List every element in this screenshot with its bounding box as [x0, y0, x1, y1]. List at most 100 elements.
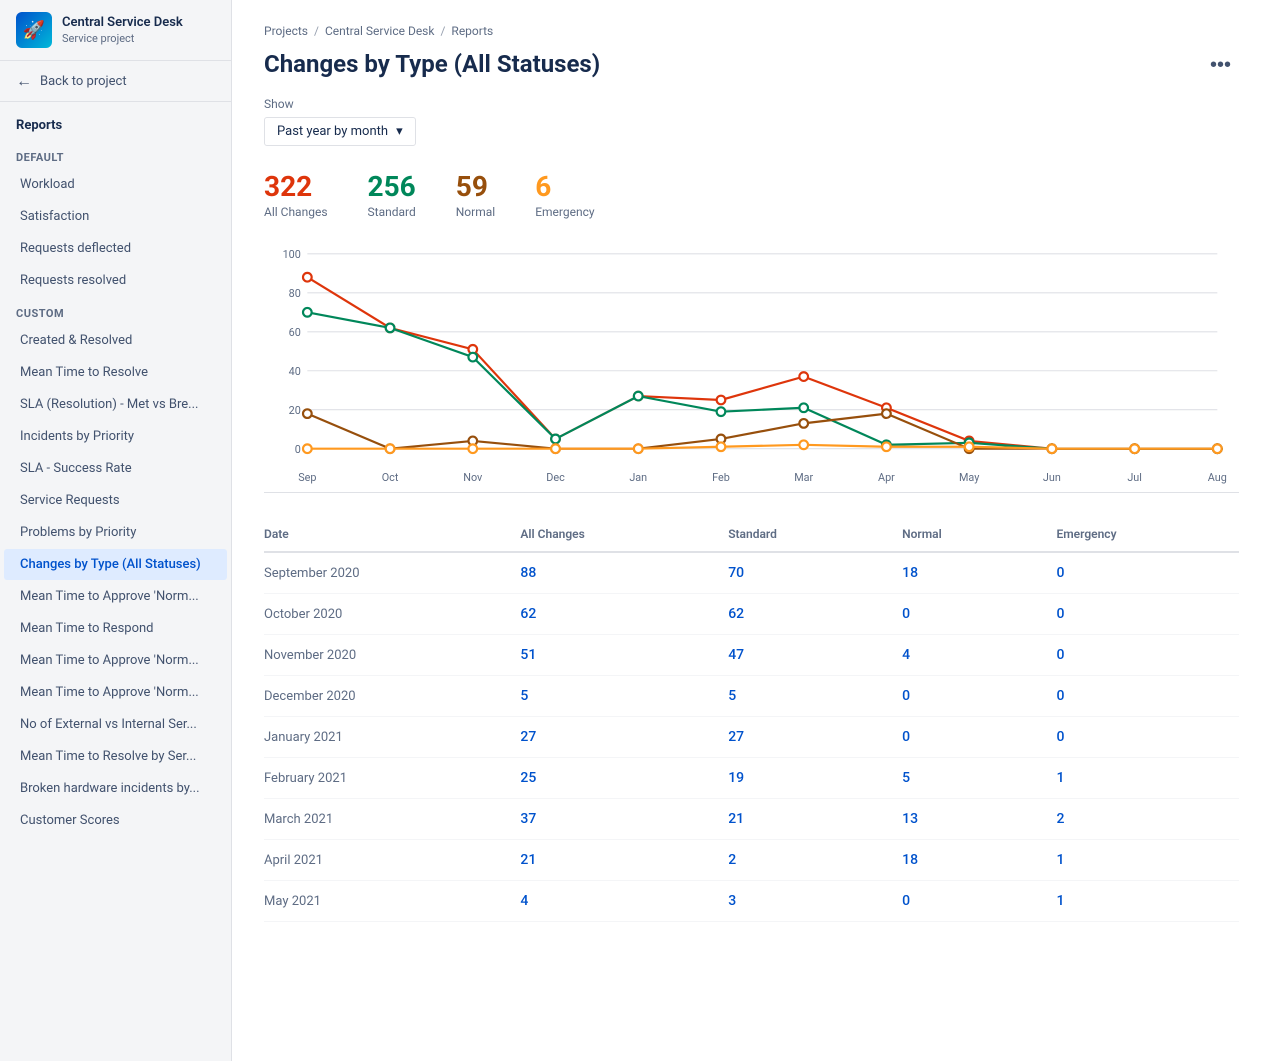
sidebar-item-mean-time-to-approve-norm...[interactable]: Mean Time to Approve 'Norm... [4, 677, 227, 708]
stat-label: Normal [456, 205, 495, 219]
period-label: Past year by month [277, 124, 388, 139]
svg-text:Jul: Jul [1127, 471, 1142, 484]
cell-value: 62 [712, 594, 886, 635]
project-type: Service project [62, 32, 183, 45]
table-row: December 20205500 [264, 676, 1239, 717]
cell-value: 47 [712, 635, 886, 676]
table-row: October 2020626200 [264, 594, 1239, 635]
back-to-project-button[interactable]: ← Back to project [0, 61, 231, 102]
cell-value: 70 [712, 552, 886, 594]
sidebar-item-mean-time-to-approve-norm...[interactable]: Mean Time to Approve 'Norm... [4, 645, 227, 676]
svg-text:Apr: Apr [878, 471, 895, 484]
breadcrumb-central-service-desk[interactable]: Central Service Desk [325, 24, 435, 38]
svg-text:80: 80 [289, 287, 301, 300]
sidebar-item-no-of-external-vs-internal-ser...[interactable]: No of External vs Internal Ser... [4, 709, 227, 740]
sidebar-item-problems-by-priority[interactable]: Problems by Priority [4, 517, 227, 548]
sidebar-item-mean-time-to-resolve-by-ser...[interactable]: Mean Time to Resolve by Ser... [4, 741, 227, 772]
svg-text:Oct: Oct [382, 471, 399, 484]
sidebar-item-sla-success-rate[interactable]: SLA - Success Rate [4, 453, 227, 484]
stat-all-changes: 322 All Changes [264, 170, 328, 219]
cell-value: 1 [1040, 758, 1239, 799]
stat-label: Emergency [535, 205, 594, 219]
svg-text:60: 60 [289, 326, 301, 339]
svg-text:Aug: Aug [1208, 471, 1227, 484]
sidebar-item-satisfaction[interactable]: Satisfaction [4, 201, 227, 232]
sidebar-item-changes-by-type-all-statuses-[interactable]: Changes by Type (All Statuses) [4, 549, 227, 580]
sidebar-item-customer-scores[interactable]: Customer Scores [4, 805, 227, 836]
chevron-down-icon: ▾ [396, 124, 403, 139]
svg-text:Dec: Dec [546, 471, 565, 484]
table-row: January 2021272700 [264, 717, 1239, 758]
cell-value: 2 [712, 840, 886, 881]
cell-value: 37 [504, 799, 712, 840]
sidebar-item-mean-time-to-resolve[interactable]: Mean Time to Resolve [4, 357, 227, 388]
table-row: September 20208870180 [264, 552, 1239, 594]
line-chart: 020406080100SepOctNovDecJanFebMarAprMayJ… [264, 243, 1239, 492]
sidebar-section-title: Reports [0, 102, 231, 141]
breadcrumb-projects[interactable]: Projects [264, 24, 308, 38]
sidebar-item-mean-time-to-respond[interactable]: Mean Time to Respond [4, 613, 227, 644]
svg-text:20: 20 [289, 404, 301, 417]
table-row: May 20214301 [264, 881, 1239, 922]
stat-label: Standard [368, 205, 416, 219]
cell-value: 19 [712, 758, 886, 799]
cell-value: 21 [504, 840, 712, 881]
col-header-emergency: Emergency [1040, 517, 1239, 552]
project-name: Central Service Desk [62, 15, 183, 32]
project-logo: 🚀 [16, 12, 52, 48]
sidebar-item-workload[interactable]: Workload [4, 169, 227, 200]
cell-value: 0 [1040, 552, 1239, 594]
cell-value: 13 [886, 799, 1040, 840]
cell-date: November 2020 [264, 635, 504, 676]
sidebar-item-created-&-resolved[interactable]: Created & Resolved [4, 325, 227, 356]
breadcrumb-reports: Reports [451, 24, 493, 38]
period-selector[interactable]: Past year by month ▾ [264, 117, 416, 146]
cell-value: 4 [886, 635, 1040, 676]
svg-text:May: May [959, 471, 979, 484]
table-row: February 2021251951 [264, 758, 1239, 799]
col-header-standard: Standard [712, 517, 886, 552]
stat-normal: 59 Normal [456, 170, 495, 219]
svg-text:Feb: Feb [712, 471, 730, 484]
sidebar-item-service-requests[interactable]: Service Requests [4, 485, 227, 516]
cell-date: September 2020 [264, 552, 504, 594]
table-row: April 2021212181 [264, 840, 1239, 881]
svg-text:Jun: Jun [1043, 471, 1061, 484]
svg-text:Nov: Nov [463, 471, 483, 484]
cell-value: 5 [712, 676, 886, 717]
cell-value: 0 [1040, 676, 1239, 717]
cell-date: May 2021 [264, 881, 504, 922]
sidebar-header: 🚀 Central Service Desk Service project [0, 0, 231, 61]
svg-text:Mar: Mar [794, 471, 813, 484]
sidebar: 🚀 Central Service Desk Service project ←… [0, 0, 232, 1061]
default-group-label: DEFAULT [0, 141, 231, 168]
back-label: Back to project [40, 74, 127, 89]
stat-value: 6 [535, 170, 594, 203]
cell-date: December 2020 [264, 676, 504, 717]
cell-value: 27 [712, 717, 886, 758]
cell-value: 62 [504, 594, 712, 635]
cell-value: 18 [886, 840, 1040, 881]
sidebar-item-incidents-by-priority[interactable]: Incidents by Priority [4, 421, 227, 452]
svg-text:40: 40 [289, 365, 301, 378]
cell-value: 0 [886, 594, 1040, 635]
cell-date: April 2021 [264, 840, 504, 881]
cell-value: 18 [886, 552, 1040, 594]
cell-value: 0 [1040, 594, 1239, 635]
page-header: Changes by Type (All Statuses) ••• [264, 50, 1239, 81]
sidebar-item-requests-resolved[interactable]: Requests resolved [4, 265, 227, 296]
sidebar-item-mean-time-to-approve-norm...[interactable]: Mean Time to Approve 'Norm... [4, 581, 227, 612]
sidebar-item-broken-hardware-incidents-by...[interactable]: Broken hardware incidents by... [4, 773, 227, 804]
main-content: Projects / Central Service Desk / Report… [232, 0, 1271, 1061]
project-info: Central Service Desk Service project [62, 15, 183, 45]
sidebar-item-requests-deflected[interactable]: Requests deflected [4, 233, 227, 264]
cell-value: 3 [712, 881, 886, 922]
sidebar-item-sla-resolution-met-vs-bre...[interactable]: SLA (Resolution) - Met vs Bre... [4, 389, 227, 420]
cell-value: 27 [504, 717, 712, 758]
data-table: DateAll ChangesStandardNormalEmergency S… [264, 517, 1239, 922]
table-row: March 20213721132 [264, 799, 1239, 840]
more-options-button[interactable]: ••• [1202, 50, 1239, 81]
cell-value: 1 [1040, 881, 1239, 922]
custom-group-label: CUSTOM [0, 297, 231, 324]
cell-value: 0 [1040, 717, 1239, 758]
